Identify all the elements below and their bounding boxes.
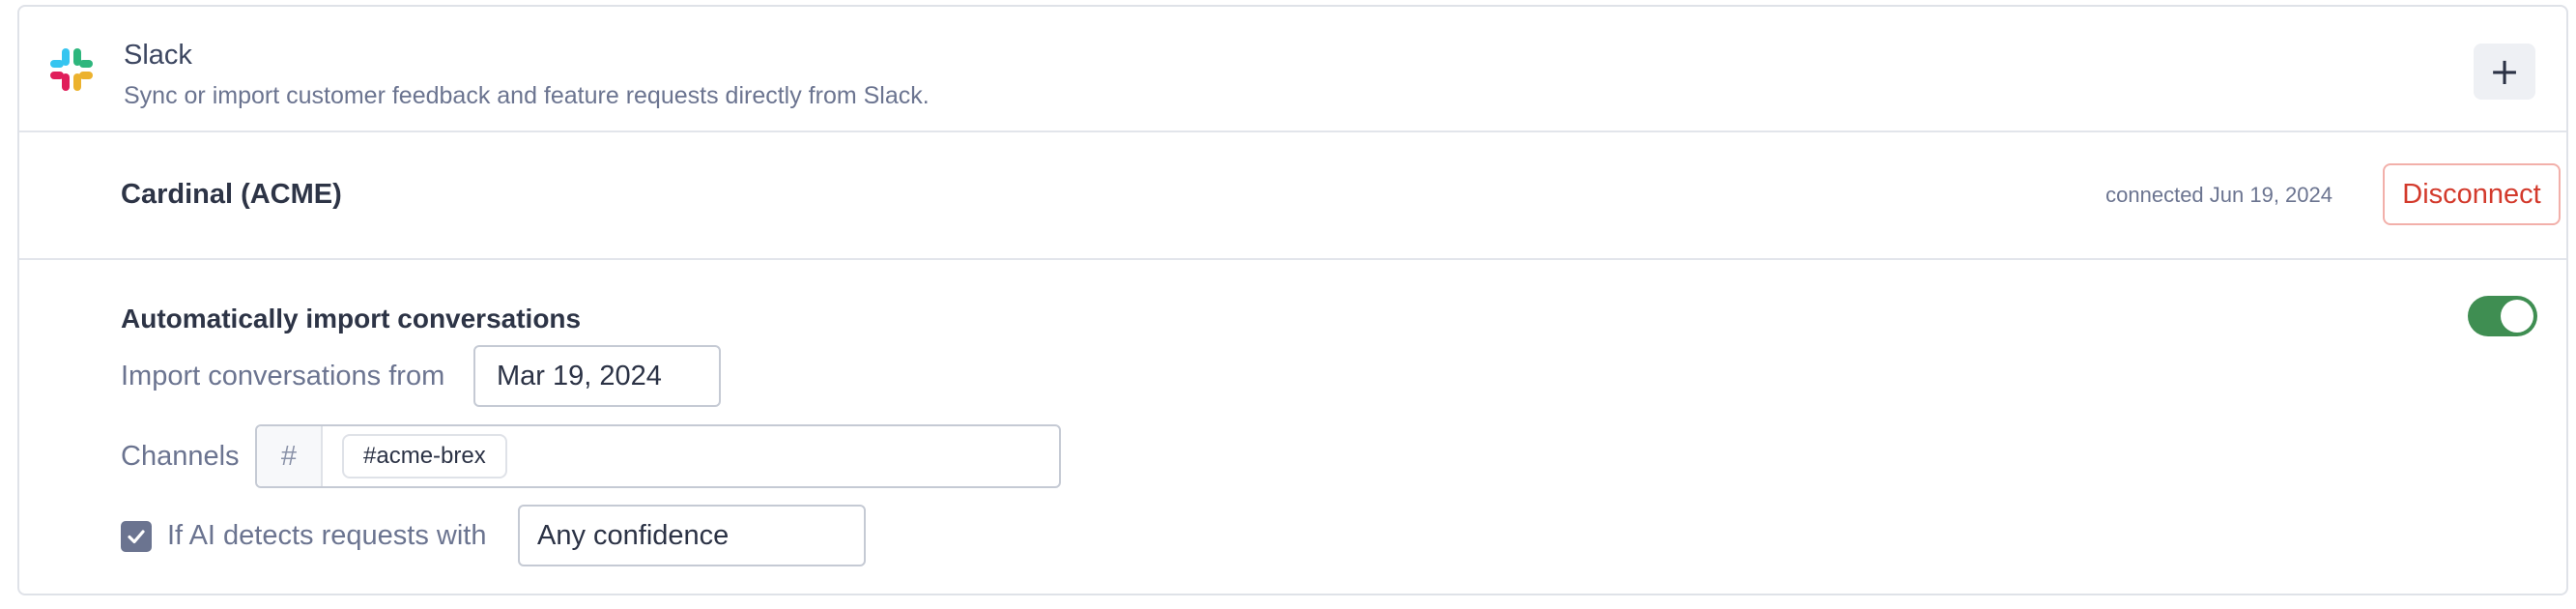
disconnect-button[interactable]: Disconnect: [2383, 163, 2561, 225]
toggle-knob: [2501, 300, 2533, 333]
connected-date: connected Jun 19, 2024: [2105, 183, 2333, 207]
import-from-date-input[interactable]: Mar 19, 2024: [473, 345, 721, 407]
add-workspace-button[interactable]: +: [2474, 44, 2535, 100]
hash-icon: #: [257, 426, 323, 486]
import-settings: Automatically import conversations Impor…: [19, 260, 2566, 594]
ai-detect-checkbox[interactable]: [121, 521, 152, 552]
confidence-select[interactable]: Any confidence: [518, 505, 866, 566]
channels-input[interactable]: # #acme-brex: [255, 424, 1061, 488]
channels-label: Channels: [121, 441, 240, 472]
checkmark-icon: [128, 530, 145, 544]
slack-logo-icon: [50, 48, 93, 91]
workspace-row: Cardinal (ACME) connected Jun 19, 2024 D…: [19, 132, 2566, 260]
channel-chip[interactable]: #acme-brex: [342, 434, 507, 478]
integration-description: Sync or import customer feedback and fea…: [124, 82, 930, 109]
auto-import-label: Automatically import conversations: [121, 304, 582, 334]
slack-integration-card: Slack Sync or import customer feedback a…: [17, 5, 2568, 595]
ai-detect-label: If AI detects requests with: [167, 520, 487, 551]
workspace-name: Cardinal (ACME): [121, 179, 342, 210]
integration-title: Slack: [124, 40, 192, 71]
auto-import-toggle[interactable]: [2468, 296, 2537, 336]
integration-header: Slack Sync or import customer feedback a…: [19, 7, 2566, 132]
import-from-label: Import conversations from: [121, 361, 445, 392]
plus-icon: +: [2489, 50, 2520, 93]
